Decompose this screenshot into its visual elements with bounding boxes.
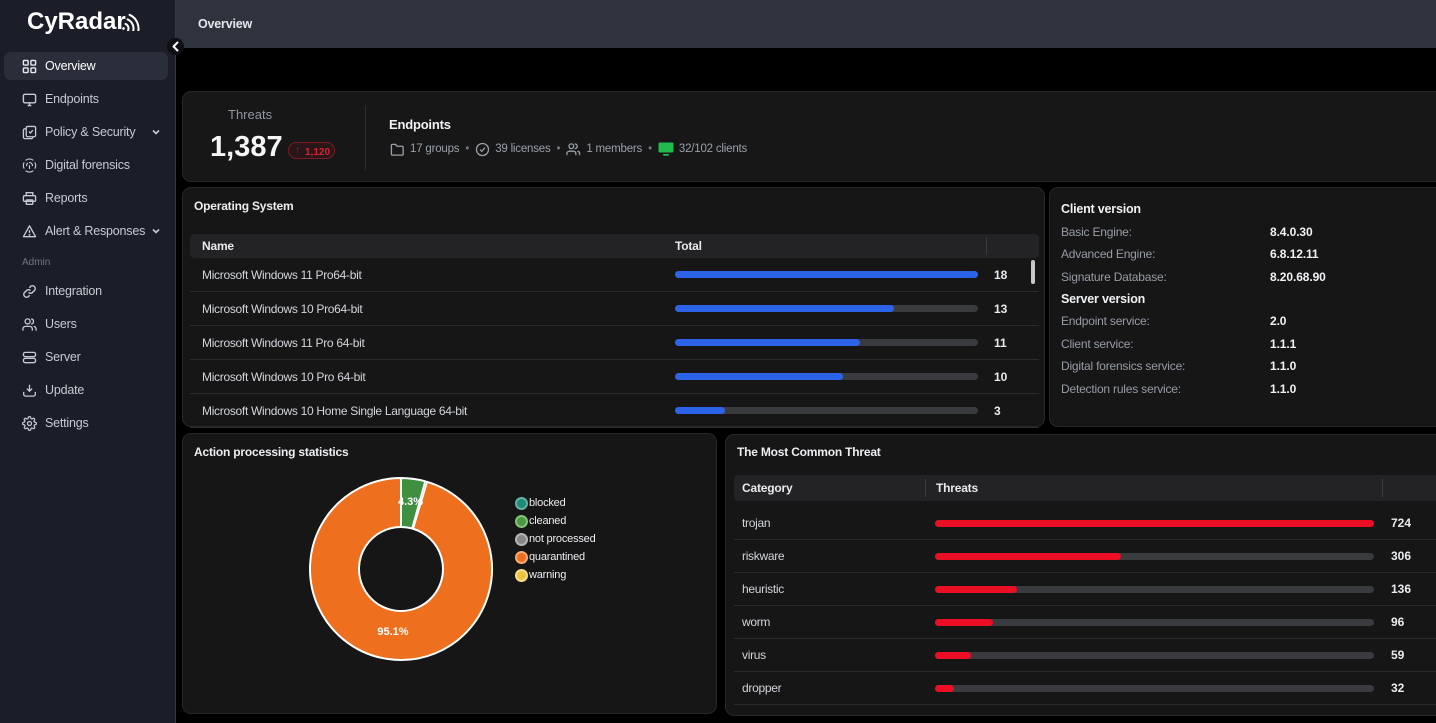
svg-text:4.3%: 4.3% <box>398 496 423 508</box>
svg-text:95.1%: 95.1% <box>377 626 408 638</box>
